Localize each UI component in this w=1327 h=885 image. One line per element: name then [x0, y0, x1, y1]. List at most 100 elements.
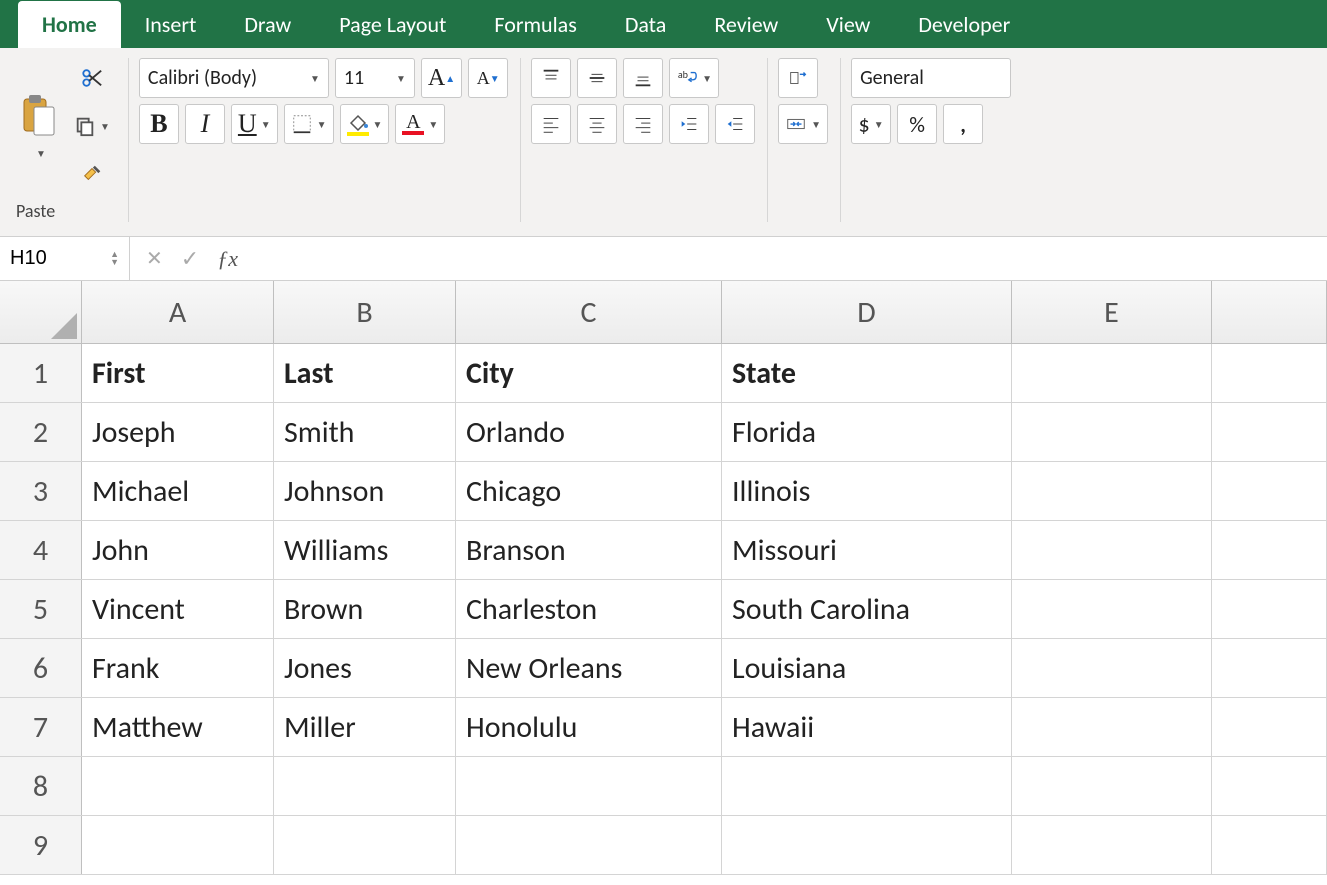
cell-B2[interactable]: Smith: [274, 403, 456, 461]
merge-button[interactable]: ▼: [778, 104, 828, 144]
column-header-F[interactable]: [1212, 281, 1327, 343]
cell-F9[interactable]: [1212, 816, 1327, 874]
tab-draw[interactable]: Draw: [220, 1, 315, 48]
percent-button[interactable]: %: [897, 104, 937, 144]
grow-font-button[interactable]: A ▲: [421, 58, 462, 98]
cell-F4[interactable]: [1212, 521, 1327, 579]
tab-insert[interactable]: Insert: [121, 1, 221, 48]
cell-D7[interactable]: Hawaii: [722, 698, 1012, 756]
cell-E6[interactable]: [1012, 639, 1212, 697]
cell-A4[interactable]: John: [82, 521, 274, 579]
row-header-4[interactable]: 4: [0, 521, 82, 579]
cell-A9[interactable]: [82, 816, 274, 874]
align-top-button[interactable]: [531, 58, 571, 98]
cell-B1[interactable]: Last: [274, 344, 456, 402]
copy-button[interactable]: ▼: [68, 106, 116, 146]
align-left-button[interactable]: [531, 104, 571, 144]
cell-F1[interactable]: [1212, 344, 1327, 402]
cell-F5[interactable]: [1212, 580, 1327, 638]
cell-D3[interactable]: Illinois: [722, 462, 1012, 520]
row-header-8[interactable]: 8: [0, 757, 82, 815]
cell-D6[interactable]: Louisiana: [722, 639, 1012, 697]
accept-formula-button[interactable]: ✓: [181, 245, 199, 272]
cell-C8[interactable]: [456, 757, 722, 815]
cell-F8[interactable]: [1212, 757, 1327, 815]
font-color-button[interactable]: A ▼: [395, 104, 445, 144]
cell-C7[interactable]: Honolulu: [456, 698, 722, 756]
cell-B6[interactable]: Jones: [274, 639, 456, 697]
cell-A1[interactable]: First: [82, 344, 274, 402]
tab-review[interactable]: Review: [690, 1, 802, 48]
currency-button[interactable]: $▼: [851, 104, 891, 144]
column-header-C[interactable]: C: [456, 281, 722, 343]
column-header-A[interactable]: A: [82, 281, 274, 343]
wrap-text-button[interactable]: ab ▼: [669, 58, 719, 98]
cell-E4[interactable]: [1012, 521, 1212, 579]
column-header-B[interactable]: B: [274, 281, 456, 343]
cell-D5[interactable]: South Carolina: [722, 580, 1012, 638]
select-all-corner[interactable]: [0, 281, 82, 343]
cancel-formula-button[interactable]: ✕: [146, 246, 163, 271]
cell-E9[interactable]: [1012, 816, 1212, 874]
comma-button[interactable]: ,: [943, 104, 983, 144]
underline-button[interactable]: U▼: [231, 104, 278, 144]
cell-B3[interactable]: Johnson: [274, 462, 456, 520]
cell-A7[interactable]: Matthew: [82, 698, 274, 756]
cell-C6[interactable]: New Orleans: [456, 639, 722, 697]
tab-page-layout[interactable]: Page Layout: [315, 1, 470, 48]
row-header-3[interactable]: 3: [0, 462, 82, 520]
formula-input[interactable]: [254, 237, 1327, 280]
column-header-E[interactable]: E: [1012, 281, 1212, 343]
cell-C5[interactable]: Charleston: [456, 580, 722, 638]
cut-button[interactable]: [68, 58, 116, 98]
paste-button[interactable]: ▼: [16, 93, 62, 160]
increase-indent-button[interactable]: [715, 104, 755, 144]
cell-D9[interactable]: [722, 816, 1012, 874]
name-box[interactable]: ▲ ▼: [0, 237, 130, 280]
cell-E3[interactable]: [1012, 462, 1212, 520]
cell-B9[interactable]: [274, 816, 456, 874]
tab-formulas[interactable]: Formulas: [470, 1, 600, 48]
cell-D2[interactable]: Florida: [722, 403, 1012, 461]
tab-data[interactable]: Data: [601, 1, 691, 48]
cell-F3[interactable]: [1212, 462, 1327, 520]
align-bottom-button[interactable]: [623, 58, 663, 98]
cell-A8[interactable]: [82, 757, 274, 815]
cell-A3[interactable]: Michael: [82, 462, 274, 520]
row-header-9[interactable]: 9: [0, 816, 82, 874]
bold-button[interactable]: B: [139, 104, 179, 144]
cell-C9[interactable]: [456, 816, 722, 874]
cell-E7[interactable]: [1012, 698, 1212, 756]
cell-B7[interactable]: Miller: [274, 698, 456, 756]
tab-developer[interactable]: Developer: [894, 1, 1034, 48]
name-box-input[interactable]: [10, 247, 100, 270]
row-header-5[interactable]: 5: [0, 580, 82, 638]
cell-C3[interactable]: Chicago: [456, 462, 722, 520]
cell-F7[interactable]: [1212, 698, 1327, 756]
font-size-select[interactable]: 11 ▼: [335, 58, 415, 98]
decrease-indent-button[interactable]: [669, 104, 709, 144]
align-center-button[interactable]: [577, 104, 617, 144]
cell-E1[interactable]: [1012, 344, 1212, 402]
borders-button[interactable]: ▼: [284, 104, 334, 144]
row-header-7[interactable]: 7: [0, 698, 82, 756]
column-header-D[interactable]: D: [722, 281, 1012, 343]
cell-C4[interactable]: Branson: [456, 521, 722, 579]
shrink-font-button[interactable]: A ▼: [468, 58, 508, 98]
cell-B4[interactable]: Williams: [274, 521, 456, 579]
cell-F6[interactable]: [1212, 639, 1327, 697]
align-right-button[interactable]: [623, 104, 663, 144]
cell-C2[interactable]: Orlando: [456, 403, 722, 461]
cell-F2[interactable]: [1212, 403, 1327, 461]
cell-A2[interactable]: Joseph: [82, 403, 274, 461]
cell-E8[interactable]: [1012, 757, 1212, 815]
font-name-select[interactable]: Calibri (Body) ▼: [139, 58, 329, 98]
row-header-1[interactable]: 1: [0, 344, 82, 402]
row-header-6[interactable]: 6: [0, 639, 82, 697]
orientation-button[interactable]: [778, 58, 818, 98]
cell-D4[interactable]: Missouri: [722, 521, 1012, 579]
cell-D8[interactable]: [722, 757, 1012, 815]
cell-D1[interactable]: State: [722, 344, 1012, 402]
fill-color-button[interactable]: ▼: [340, 104, 390, 144]
cell-E2[interactable]: [1012, 403, 1212, 461]
